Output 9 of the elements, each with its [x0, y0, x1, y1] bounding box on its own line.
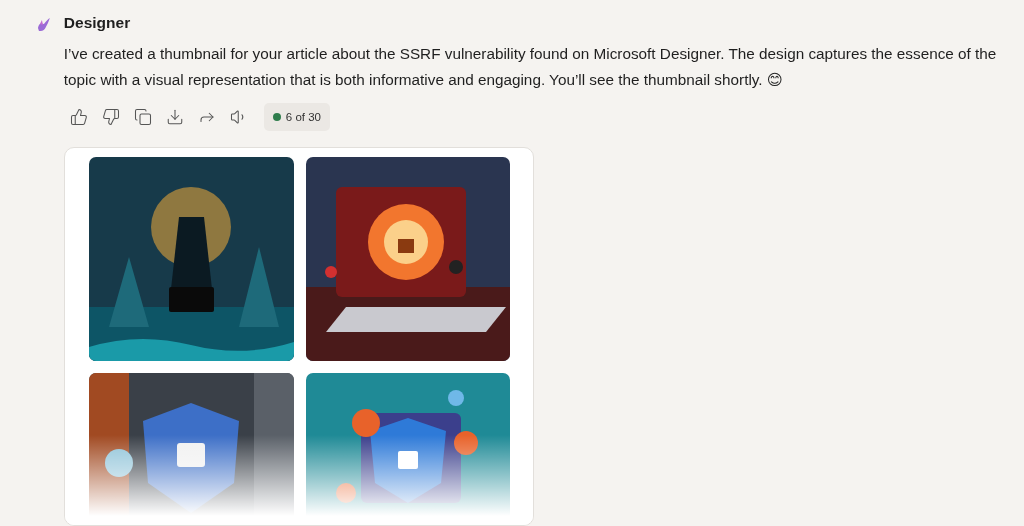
copy-icon: [133, 108, 152, 126]
designer-logo-icon: [36, 16, 52, 34]
thumbs-down-icon: [101, 108, 120, 126]
message-text: I’ve created a thumbnail for your article about the SSRF vulnerability found on Microsoft Designer. The design captures the essence of the topic with a visual representation that is both informative and engaging. You’ll see the thumbnail shortly. 😊: [63, 44, 998, 90]
download-icon: [165, 108, 184, 126]
thumbs-up-icon: [69, 108, 88, 126]
counter-text: 6 of 30: [285, 111, 321, 123]
status-dot: [272, 113, 281, 121]
sender-name: Designer: [63, 13, 132, 33]
